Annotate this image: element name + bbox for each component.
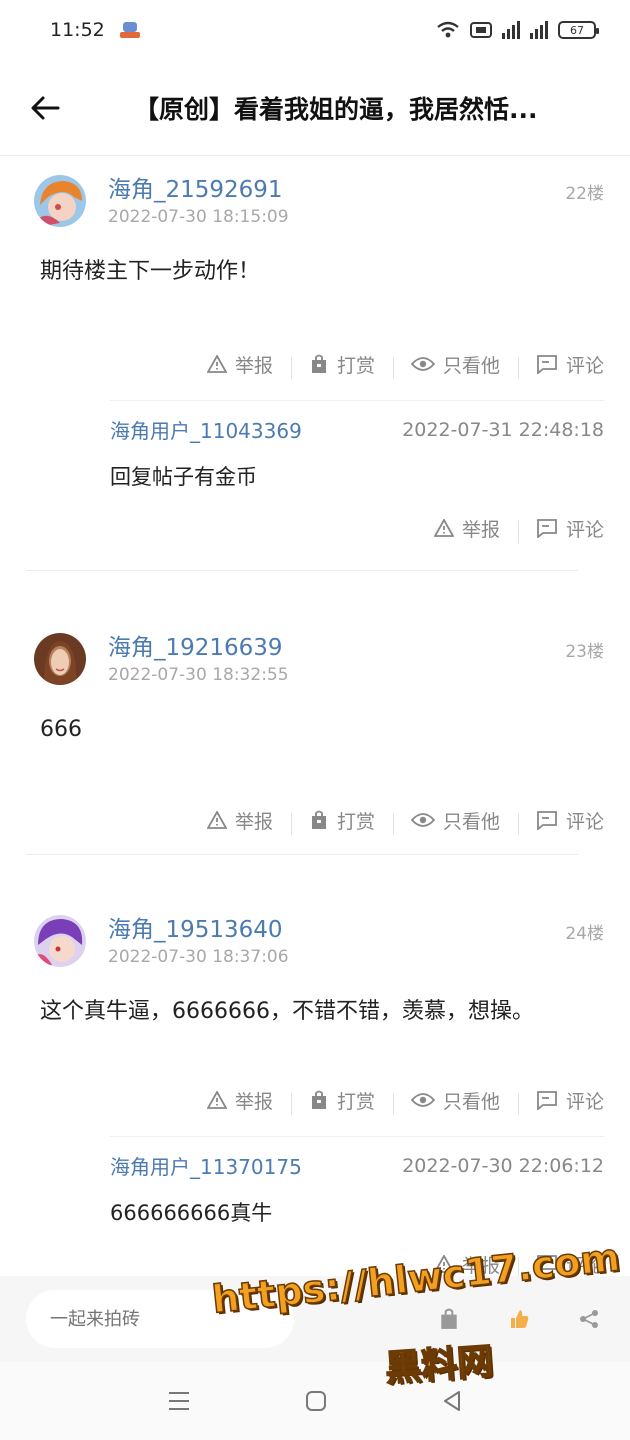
report-button[interactable]: 举报	[189, 351, 291, 378]
eye-icon	[410, 1093, 435, 1107]
wifi-icon	[437, 21, 459, 38]
eye-icon	[410, 357, 435, 371]
comment-item: 海角_21592691 2022-07-30 18:15:09 22楼 期待楼主…	[0, 157, 630, 571]
comment-actions: 举报 打赏 只看他 评论	[0, 800, 604, 840]
only-view-him-button[interactable]: 只看他	[392, 351, 518, 379]
like-button[interactable]	[508, 1308, 530, 1330]
divider	[26, 570, 578, 571]
comment-icon	[537, 355, 557, 374]
title-bar: 【原创】看着我姐的逼，我居然恬...	[0, 60, 630, 156]
page-title: 【原创】看着我姐的逼，我居然恬...	[134, 94, 538, 124]
gift-bag-icon	[311, 810, 326, 829]
warning-icon	[206, 1091, 227, 1109]
comment-button[interactable]: 评论	[517, 515, 604, 543]
gift-bag-icon	[441, 1308, 457, 1329]
tip-button[interactable]: 打赏	[290, 1087, 393, 1115]
home-icon[interactable]	[305, 1390, 327, 1412]
back-arrow-icon	[31, 96, 60, 119]
floor-number: 23楼	[565, 642, 604, 662]
comment-list[interactable]: 海角_21592691 2022-07-30 18:15:09 22楼 期待楼主…	[0, 157, 630, 1277]
comment-icon	[537, 519, 557, 538]
only-view-him-button[interactable]: 只看他	[392, 807, 518, 835]
avatar[interactable]	[34, 915, 86, 967]
warning-icon	[433, 519, 454, 537]
warning-icon	[206, 355, 227, 373]
comment-text: 666	[40, 717, 82, 742]
eye-icon	[410, 813, 435, 827]
report-button[interactable]: 举报	[189, 807, 291, 834]
reply-username[interactable]: 海角用户_11370175	[110, 1151, 302, 1180]
floor-number: 24楼	[565, 924, 604, 944]
comment-icon	[537, 1091, 557, 1110]
avatar[interactable]	[34, 633, 86, 685]
comment-item: 海角_19216639 2022-07-30 18:32:55 23楼 666 …	[0, 615, 630, 855]
comment-button[interactable]: 评论	[517, 351, 604, 379]
comment-item: 海角_19513640 2022-07-30 18:37:06 24楼 这个真牛…	[0, 897, 630, 1277]
comment-button[interactable]: 评论	[517, 1251, 604, 1277]
comment-bar	[0, 1276, 630, 1362]
signal-icon-2	[530, 21, 548, 39]
floor-number: 22楼	[565, 184, 604, 204]
only-view-him-button[interactable]: 只看他	[392, 1087, 518, 1115]
share-button[interactable]	[578, 1308, 600, 1330]
status-bar: 11:52 67	[0, 0, 630, 60]
share-icon	[580, 1310, 598, 1328]
tip-button[interactable]: 打赏	[290, 351, 393, 379]
report-button[interactable]: 举报	[189, 1087, 291, 1114]
comment-actions: 举报 打赏 只看他 评论	[0, 344, 604, 384]
reply-item: 海角用户_11370175 2022-07-30 22:06:12 666666…	[110, 1136, 604, 1277]
avatar[interactable]	[34, 175, 86, 227]
reply-username[interactable]: 海角用户_11043369	[110, 415, 302, 444]
reply-time: 2022-07-31 22:48:18	[402, 418, 604, 441]
app-notification-icon	[119, 22, 140, 38]
comment-button[interactable]: 评论	[517, 1087, 604, 1115]
comment-button[interactable]: 评论	[517, 807, 604, 835]
comment-icon	[537, 811, 557, 830]
thumb-up-icon	[511, 1310, 529, 1328]
username[interactable]: 海角_19216639	[108, 633, 289, 663]
gift-bag-icon	[311, 1090, 326, 1109]
warning-icon	[206, 811, 227, 829]
comment-text: 期待楼主下一步动作！	[40, 259, 261, 284]
reply-time: 2022-07-30 22:06:12	[402, 1154, 604, 1177]
tip-button[interactable]: 打赏	[290, 807, 393, 835]
comment-text: 这个真牛逼，6666666，不错不错，羡慕，想操。	[40, 999, 534, 1024]
warning-icon	[433, 1255, 454, 1273]
back-button[interactable]	[0, 60, 90, 156]
post-time: 2022-07-30 18:37:06	[108, 947, 289, 967]
reply-item: 海角用户_11043369 2022-07-31 22:48:18 回复帖子有金…	[110, 400, 604, 548]
report-button[interactable]: 举报	[416, 515, 518, 542]
comment-actions: 举报 打赏 只看他 评论	[0, 1080, 604, 1120]
reply-text: 666666666真牛	[110, 1201, 273, 1225]
hd-icon	[470, 22, 492, 38]
battery-icon: 67	[558, 21, 599, 39]
post-time: 2022-07-30 18:15:09	[108, 207, 289, 227]
reply-actions: 举报 评论	[110, 508, 604, 548]
gift-bag-icon	[311, 354, 326, 373]
menu-icon[interactable]	[167, 1390, 191, 1412]
username[interactable]: 海角_21592691	[108, 175, 289, 205]
post-time: 2022-07-30 18:32:55	[108, 665, 289, 685]
divider	[26, 854, 578, 855]
status-time: 11:52	[50, 19, 105, 41]
tip-tab-button[interactable]	[438, 1308, 460, 1330]
signal-icon	[502, 21, 520, 39]
comment-icon	[537, 1255, 557, 1274]
back-triangle-icon[interactable]	[441, 1390, 463, 1412]
reply-text: 回复帖子有金币	[110, 465, 257, 489]
username[interactable]: 海角_19513640	[108, 915, 289, 945]
report-button[interactable]: 举报	[416, 1251, 518, 1278]
comment-input[interactable]	[26, 1290, 294, 1348]
system-nav-bar	[0, 1362, 630, 1440]
reply-actions: 举报 评论	[110, 1244, 604, 1277]
